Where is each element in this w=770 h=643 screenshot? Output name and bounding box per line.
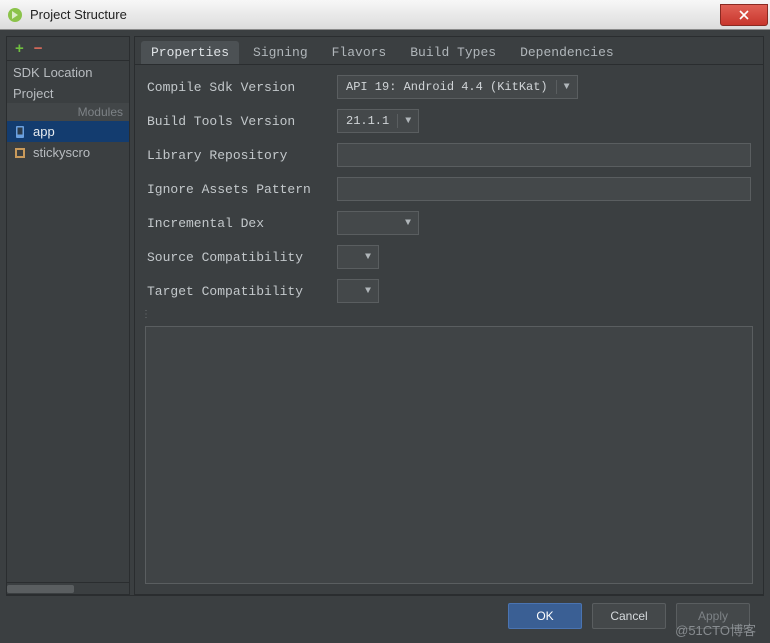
source-compat-combo[interactable]: ▼ xyxy=(337,245,379,269)
sidebar-module-app[interactable]: app xyxy=(7,121,129,142)
chevron-down-icon: ▼ xyxy=(557,82,577,93)
label-library-repo: Library Repository xyxy=(147,148,337,163)
window-close-button[interactable] xyxy=(720,4,768,26)
watermark: @51CTO博客 xyxy=(675,620,756,639)
splitter-grip[interactable]: ⋮ xyxy=(135,307,141,320)
label-build-tools: Build Tools Version xyxy=(147,114,337,129)
cancel-button[interactable]: Cancel xyxy=(592,603,666,629)
module-icon xyxy=(13,146,27,160)
app-icon xyxy=(6,6,24,24)
phone-icon xyxy=(13,125,27,139)
sidebar-modules-heading: Modules xyxy=(7,103,129,121)
window-title: Project Structure xyxy=(30,7,127,22)
target-compat-combo[interactable]: ▼ xyxy=(337,279,379,303)
dialog-button-row: OK Cancel Apply xyxy=(6,595,764,635)
build-tools-combo[interactable]: 21.1.1 ▼ xyxy=(337,109,419,133)
label-target-compat: Target Compatibility xyxy=(147,284,337,299)
module-label: stickyscro xyxy=(33,145,90,160)
remove-module-button[interactable]: − xyxy=(34,40,43,57)
main-panel: Properties Signing Flavors Build Types D… xyxy=(134,36,764,595)
combo-value: API 19: Android 4.4 (KitKat) xyxy=(338,80,557,94)
sidebar-scrollbar[interactable] xyxy=(7,582,129,594)
compile-sdk-combo[interactable]: API 19: Android 4.4 (KitKat) ▼ xyxy=(337,75,578,99)
label-incremental-dex: Incremental Dex xyxy=(147,216,337,231)
add-module-button[interactable]: + xyxy=(15,40,24,57)
sidebar-section-sdk[interactable]: SDK Location xyxy=(7,61,129,82)
scrollbar-thumb[interactable] xyxy=(7,585,74,593)
chevron-down-icon: ▼ xyxy=(398,116,418,127)
combo-value: 21.1.1 xyxy=(338,114,398,128)
chevron-down-icon: ▼ xyxy=(398,218,418,229)
incremental-dex-combo[interactable]: ▼ xyxy=(337,211,419,235)
module-label: app xyxy=(33,124,55,139)
tab-flavors[interactable]: Flavors xyxy=(322,41,397,64)
tab-dependencies[interactable]: Dependencies xyxy=(510,41,624,64)
label-ignore-assets: Ignore Assets Pattern xyxy=(147,182,337,197)
properties-form: Compile Sdk Version API 19: Android 4.4 … xyxy=(135,65,763,307)
ignore-assets-field[interactable] xyxy=(337,177,751,201)
tab-properties[interactable]: Properties xyxy=(141,41,239,64)
tab-build-types[interactable]: Build Types xyxy=(400,41,506,64)
sidebar-section-project[interactable]: Project xyxy=(7,82,129,103)
sidebar-module-stickyscro[interactable]: stickyscro xyxy=(7,142,129,163)
tab-bar: Properties Signing Flavors Build Types D… xyxy=(135,37,763,65)
chevron-down-icon: ▼ xyxy=(358,286,378,297)
ok-button[interactable]: OK xyxy=(508,603,582,629)
label-source-compat: Source Compatibility xyxy=(147,250,337,265)
label-compile-sdk: Compile Sdk Version xyxy=(147,80,337,95)
sidebar: + − SDK Location Project Modules app sti… xyxy=(6,36,130,595)
titlebar: Project Structure xyxy=(0,0,770,30)
chevron-down-icon: ▼ xyxy=(358,252,378,263)
details-panel xyxy=(145,326,753,584)
sidebar-toolbar: + − xyxy=(7,37,129,61)
tab-signing[interactable]: Signing xyxy=(243,41,318,64)
library-repo-field[interactable] xyxy=(337,143,751,167)
client-area: + − SDK Location Project Modules app sti… xyxy=(0,30,770,643)
